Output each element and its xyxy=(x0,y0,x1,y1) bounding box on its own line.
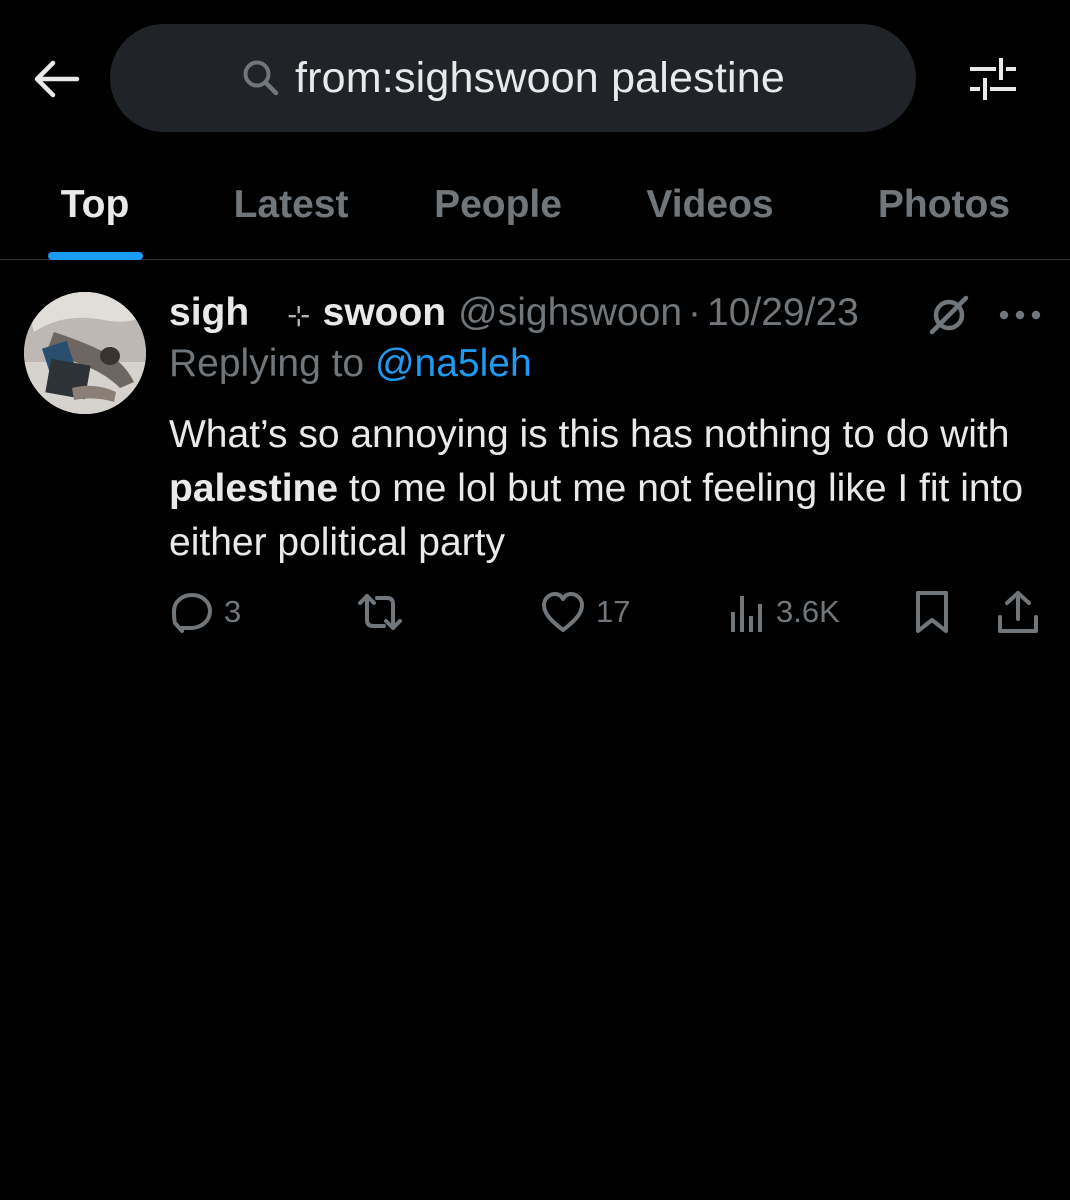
tab-top[interactable]: Top xyxy=(30,150,160,260)
reply-icon xyxy=(172,593,212,633)
tweet-text: What’s so annoying is this has nothing t… xyxy=(169,408,1049,570)
tab-photos[interactable]: Photos xyxy=(858,150,1030,260)
search-bar-content: from:sighswoon palestine xyxy=(241,54,785,103)
replying-to-mention[interactable]: @na5leh xyxy=(375,342,532,385)
tab-latest[interactable]: Latest xyxy=(215,150,367,260)
search-tabs: Top Latest People Videos Photos xyxy=(0,150,1070,260)
share-button[interactable] xyxy=(996,585,1040,639)
more-horizontal-icon[interactable] xyxy=(998,294,1042,336)
user-handle[interactable]: @sighswoon xyxy=(458,291,682,335)
retweet-icon xyxy=(358,594,402,630)
reply-button[interactable]: 3 xyxy=(170,585,241,639)
search-bar[interactable]: from:sighswoon palestine xyxy=(110,24,916,132)
search-query-text[interactable]: from:sighswoon palestine xyxy=(295,54,785,103)
views-chart-icon xyxy=(731,596,762,632)
like-button[interactable]: 17 xyxy=(540,585,630,639)
filter-button[interactable] xyxy=(964,52,1022,106)
search-icon xyxy=(241,58,281,98)
retweet-button[interactable] xyxy=(356,585,414,639)
like-count: 17 xyxy=(596,594,631,629)
tweet-text-highlight: palestine xyxy=(169,467,339,510)
display-name-part-2[interactable]: swoon xyxy=(323,291,447,335)
tweet-date[interactable]: 10/29/23 xyxy=(707,291,859,335)
bookmark-button[interactable] xyxy=(912,585,952,639)
separator-dot: · xyxy=(688,291,702,334)
tweet-header: sigh ⊹ swoon @sighswoon · 10/29/23 xyxy=(169,288,859,338)
bookmark-icon xyxy=(916,591,948,633)
tweet-actions: 3 17 3.6K xyxy=(0,585,1070,639)
reply-count: 3 xyxy=(224,594,242,629)
avatar[interactable] xyxy=(24,292,146,414)
arrow-left-icon xyxy=(34,60,80,98)
tab-label: Photos xyxy=(877,183,1011,226)
back-button[interactable] xyxy=(28,54,84,104)
active-tab-indicator xyxy=(48,252,143,260)
tab-videos[interactable]: Videos xyxy=(626,150,794,260)
replying-to-prefix: Replying to xyxy=(169,342,375,385)
tab-label: People xyxy=(434,183,562,226)
sparkle-symbol: ⊹ xyxy=(287,299,311,331)
tweet[interactable]: sigh ⊹ swoon @sighswoon · 10/29/23 Reply… xyxy=(0,260,1070,660)
tab-label: Videos xyxy=(646,183,774,226)
grok-icon[interactable] xyxy=(928,294,970,336)
tweet-text-part-1: What’s so annoying is this has nothing t… xyxy=(169,413,1010,456)
tab-people[interactable]: People xyxy=(415,150,581,260)
display-name-part-1[interactable]: sigh xyxy=(169,291,249,335)
tab-label: Top xyxy=(60,183,130,226)
share-icon xyxy=(998,591,1038,633)
heart-icon xyxy=(542,592,584,632)
search-results-page: from:sighswoon palestine Top Latest Peop… xyxy=(0,0,1070,1200)
tab-label: Latest xyxy=(233,183,349,226)
views-count: 3.6K xyxy=(776,594,840,629)
replying-to-line: Replying to @na5leh xyxy=(169,342,532,386)
filter-sliders-icon xyxy=(970,58,1016,100)
views-button[interactable]: 3.6K xyxy=(728,585,840,639)
